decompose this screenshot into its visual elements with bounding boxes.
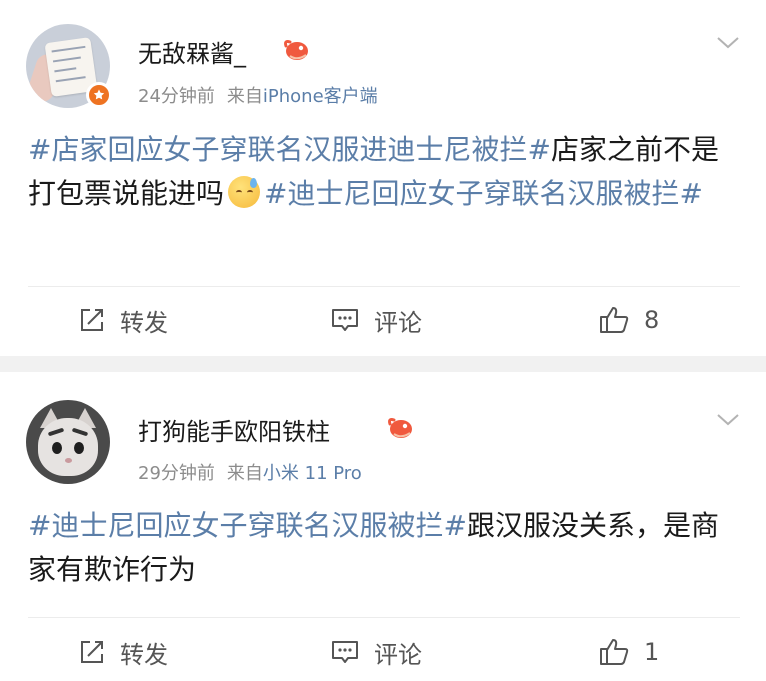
post-content: #店家回应女子穿联名汉服进迪士尼被拦#店家之前不是打包票说能进吗 #迪士尼回应女子… [28,128,740,216]
post-meta: 24分钟前 来自iPhone客户端 [138,82,378,108]
comment-button[interactable]: 评论 [330,632,422,672]
like-button[interactable]: 1 [598,632,659,672]
like-icon [600,307,629,333]
repost-button[interactable]: 转发 [78,632,168,672]
author-name[interactable]: 打狗能手欧阳铁柱 [138,412,330,447]
comment-icon [332,309,358,331]
topic-link[interactable]: #迪士尼回应女子穿联名汉服被拦# [264,177,703,210]
fan-badge-icon [388,418,412,438]
comment-icon [332,641,358,663]
chevron-down-icon[interactable] [716,36,740,50]
fan-badge-icon [284,40,308,60]
cold-sweat-emoji [228,176,261,208]
like-count: 8 [644,306,660,334]
divider [28,617,740,618]
post-source[interactable]: iPhone客户端 [263,86,378,107]
topic-link[interactable]: #迪士尼回应女子穿联名汉服被拦# [28,509,467,542]
repost-button[interactable]: 转发 [78,300,168,340]
topic-link[interactable]: #店家回应女子穿联名汉服进迪士尼被拦# [28,133,551,166]
source-prefix: 来自 [226,463,263,484]
comment-button[interactable]: 评论 [330,300,422,340]
comment-label: 评论 [374,640,422,669]
like-button[interactable]: 8 [598,300,659,340]
verified-icon [86,82,112,108]
repost-icon [81,309,103,331]
author-name[interactable]: 无敌槑酱_ [138,34,246,69]
divider [28,286,740,287]
repost-label: 转发 [120,640,168,669]
post-meta: 29分钟前 来自小米 11 Pro [138,459,362,485]
post-time: 29分钟前 [138,463,215,484]
like-count: 1 [644,638,660,666]
post-content: #迪士尼回应女子穿联名汉服被拦#跟汉服没关系，是商家有欺诈行为 [28,504,740,592]
post-separator [0,356,766,372]
repost-label: 转发 [120,308,168,337]
like-icon [600,639,629,665]
repost-icon [81,641,103,663]
comment-label: 评论 [374,308,422,337]
post-time: 24分钟前 [138,86,215,107]
avatar[interactable] [26,400,110,484]
chevron-down-icon[interactable] [716,413,740,427]
source-prefix: 来自 [226,86,263,107]
post-source[interactable]: 小米 11 Pro [263,463,362,484]
